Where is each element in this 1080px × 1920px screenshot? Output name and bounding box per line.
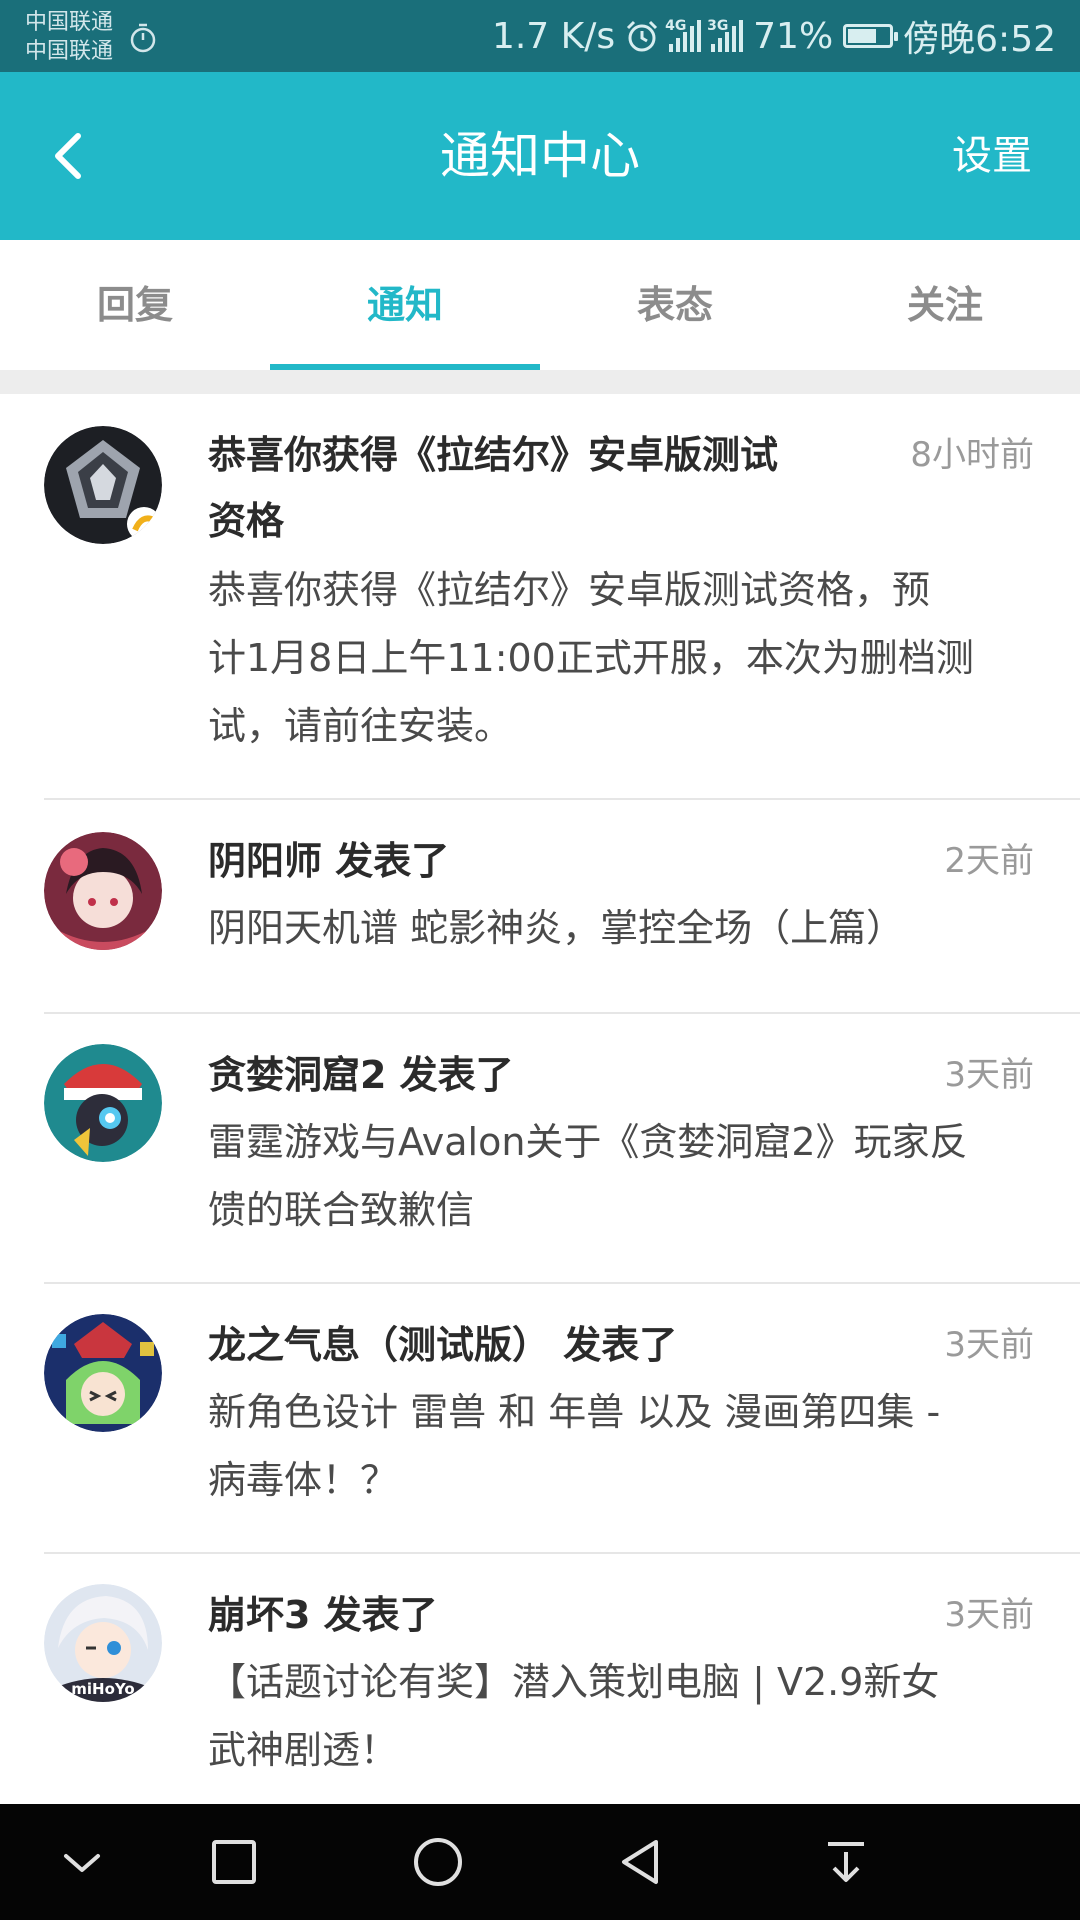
- tab-notice[interactable]: 通知: [270, 240, 540, 370]
- signal-3g-icon: 3G: [707, 18, 744, 52]
- dragon-breath-avatar[interactable]: [44, 1314, 162, 1432]
- notification-time: 3天前: [944, 1595, 1034, 1635]
- alarm-icon: [627, 20, 658, 52]
- status-time: 傍晚6:52: [903, 19, 1056, 60]
- notification-body: 新角色设计 雷兽 和 年兽 以及 漫画第四集 - 病毒体！？: [208, 1378, 1068, 1514]
- body-line: 新角色设计 雷兽 和 年兽 以及 漫画第四集 -: [208, 1390, 941, 1434]
- notification-title-line: 资格: [208, 499, 285, 543]
- signal-3g-type: 3G: [707, 18, 729, 34]
- settings-button[interactable]: 设置: [952, 128, 1032, 184]
- page-title: 通知中心: [440, 127, 640, 185]
- tab-divider: [0, 370, 1080, 394]
- carrier-info: 中国联通 中国联通: [25, 8, 113, 66]
- tab-reply[interactable]: 回复: [0, 240, 270, 370]
- carrier-2: 中国联通: [25, 39, 114, 64]
- notification-title: 恭喜你获得《拉结尔》安卓版测试 资格: [208, 422, 868, 554]
- lajieer-game-avatar[interactable]: [44, 426, 162, 544]
- body-line: 恭喜你获得《拉结尔》安卓版测试资格，预: [208, 568, 931, 612]
- tanlan-dongku-avatar[interactable]: [44, 1044, 162, 1162]
- carrier-1: 中国联通: [25, 10, 114, 35]
- body-line: 计1月8日上午11:00正式开服，本次为删档测: [208, 636, 974, 680]
- notification-time: 8小时前: [910, 435, 1034, 475]
- notification-title: 龙之气息（测试版） 发表了: [208, 1323, 678, 1367]
- hide-bar-icon[interactable]: [52, 1832, 112, 1892]
- tab-follow[interactable]: 关注: [810, 240, 1080, 370]
- battery-icon: [843, 24, 899, 48]
- honkai3-avatar[interactable]: miHoYo: [44, 1584, 162, 1702]
- notification-item[interactable]: 龙之气息（测试版） 发表了 3天前 新角色设计 雷兽 和 年兽 以及 漫画第四集…: [44, 1284, 1080, 1554]
- notification-list: 恭喜你获得《拉结尔》安卓版测试 资格 8小时前 恭喜你获得《拉结尔》安卓版测试资…: [0, 394, 1080, 1814]
- notification-item[interactable]: 阴阳师 发表了 2天前 阴阳天机谱 蛇影神炎，掌控全场（上篇）: [44, 800, 1080, 1014]
- notification-time: 3天前: [944, 1055, 1034, 1095]
- notification-title: 阴阳师 发表了: [208, 839, 450, 883]
- system-nav-bar: [0, 1804, 1080, 1920]
- notification-body: 恭喜你获得《拉结尔》安卓版测试资格，预 计1月8日上午11:00正式开服，本次为…: [208, 556, 1068, 760]
- signal-4g-icon: 4G: [665, 18, 702, 52]
- notification-body: 【话题讨论有奖】潜入策划电脑 | V2.9新女 武神剧透！: [208, 1648, 1068, 1784]
- mihoyo-logo: miHoYo: [71, 1680, 134, 1698]
- body-line: 【话题讨论有奖】潜入策划电脑 | V2.9新女: [208, 1660, 940, 1704]
- body-line: 雷霆游戏与Avalon关于《贪婪洞窟2》玩家反: [208, 1120, 968, 1164]
- net-speed: 1.7 K/s: [491, 15, 616, 57]
- notification-body: 阴阳天机谱 蛇影神炎，掌控全场（上篇）: [208, 894, 1068, 962]
- notification-item[interactable]: 恭喜你获得《拉结尔》安卓版测试 资格 8小时前 恭喜你获得《拉结尔》安卓版测试资…: [44, 394, 1080, 800]
- onmyoji-avatar[interactable]: [44, 832, 162, 950]
- notification-title-line: 恭喜你获得《拉结尔》安卓版测试: [208, 433, 779, 477]
- recents-icon[interactable]: [204, 1832, 264, 1892]
- notification-title: 贪婪洞窟2 发表了: [208, 1053, 514, 1097]
- notification-title: 崩坏3 发表了: [208, 1593, 438, 1637]
- body-line: 阴阳天机谱 蛇影神炎，掌控全场（上篇）: [208, 906, 905, 950]
- notification-item[interactable]: 贪婪洞窟2 发表了 3天前 雷霆游戏与Avalon关于《贪婪洞窟2》玩家反 馈的…: [44, 1014, 1080, 1284]
- home-icon[interactable]: [408, 1832, 468, 1892]
- status-bar: 中国联通 中国联通 1.7 K/s 4G 3G 71% 傍晚6:52: [0, 0, 1080, 72]
- notification-item[interactable]: miHoYo 崩坏3 发表了 3天前 【话题讨论有奖】潜入策划电脑 | V2.9…: [44, 1554, 1080, 1814]
- notification-time: 2天前: [944, 841, 1034, 881]
- body-line: 馈的联合致歉信: [208, 1188, 475, 1232]
- tab-reaction[interactable]: 表态: [540, 240, 810, 370]
- battery-percent: 71%: [753, 15, 834, 57]
- signal-4g-type: 4G: [665, 18, 687, 34]
- stopwatch-icon: [130, 23, 156, 53]
- body-line: 试，请前往安装。: [208, 704, 513, 748]
- notification-time: 3天前: [944, 1325, 1034, 1365]
- body-line: 武神剧透！: [208, 1728, 399, 1772]
- tab-bar: 回复 通知 表态 关注: [0, 240, 1080, 370]
- status-right: 1.7 K/s 4G 3G 71% 傍晚6:52: [492, 0, 1056, 72]
- notification-pull-icon[interactable]: [816, 1832, 876, 1892]
- body-line: 病毒体！？: [208, 1458, 399, 1502]
- back-icon[interactable]: [612, 1832, 672, 1892]
- app-bar: 通知中心 设置: [0, 72, 1080, 240]
- notification-body: 雷霆游戏与Avalon关于《贪婪洞窟2》玩家反 馈的联合致歉信: [208, 1108, 1068, 1244]
